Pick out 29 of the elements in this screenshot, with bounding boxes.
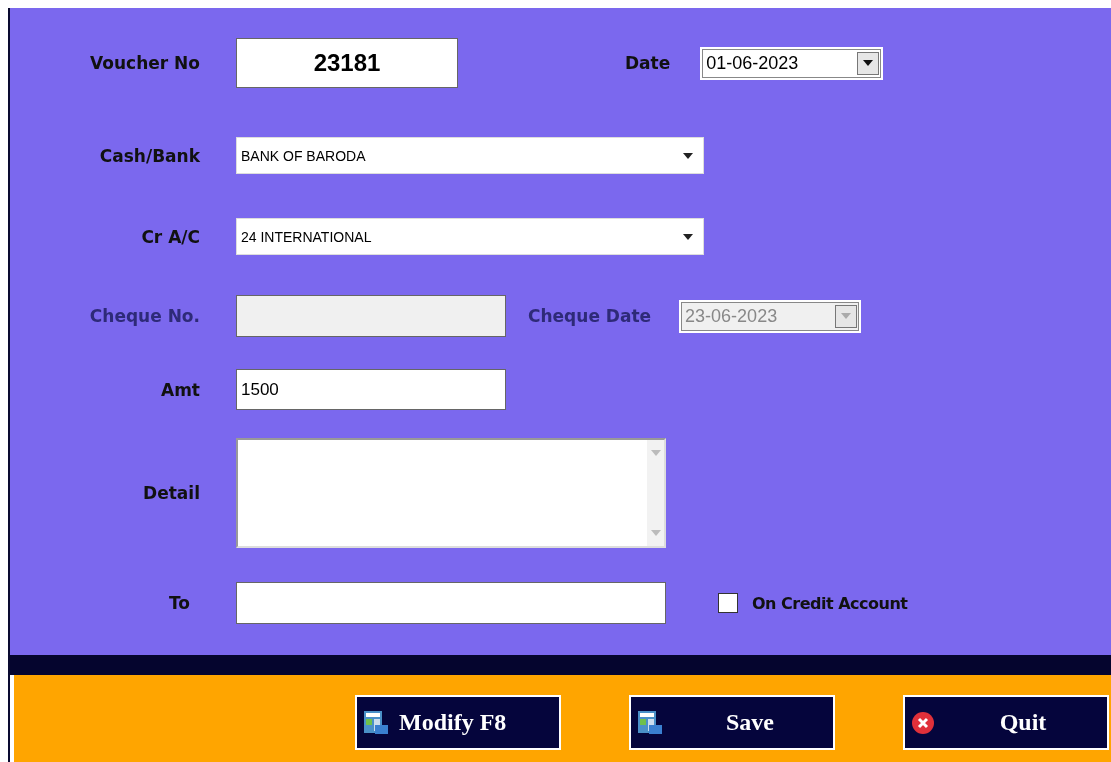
field-label: Cheque No. xyxy=(88,306,200,326)
detail-text-area[interactable] xyxy=(236,438,666,548)
checkbox[interactable] xyxy=(718,593,738,613)
field-label: Date xyxy=(625,53,671,73)
amount-field[interactable]: 1500 xyxy=(236,369,506,410)
voucher-number-field[interactable]: 23181 xyxy=(236,38,458,88)
field-label: Voucher No xyxy=(89,53,200,73)
field-label: To xyxy=(167,593,190,613)
checkbox-label: On Credit Account xyxy=(752,593,908,613)
dropdown-field[interactable]: BANK OF BARODA xyxy=(236,137,704,174)
dropdown-arrow-icon xyxy=(841,313,852,319)
field-label: Detail xyxy=(142,483,200,503)
dropdown-arrow-icon xyxy=(683,152,693,159)
field-label: Cheque Date xyxy=(528,306,652,326)
save-button[interactable]: Save xyxy=(629,695,835,750)
quit-button[interactable]: Quit xyxy=(903,695,1109,750)
date-picker[interactable]: 01-06-2023 xyxy=(700,46,884,80)
window-icon xyxy=(637,709,663,736)
dropdown-arrow-icon xyxy=(683,233,693,240)
scroll-down-arrow-icon xyxy=(650,530,661,536)
dropdown-arrow-icon xyxy=(863,60,874,66)
modify-button[interactable]: Modify F8 xyxy=(355,695,561,750)
field-label: Cr A/C xyxy=(140,226,200,247)
close-icon xyxy=(911,710,935,735)
window-icon xyxy=(363,709,389,736)
recipient-field[interactable] xyxy=(236,582,666,624)
field-label: Cash/Bank xyxy=(98,145,200,166)
field-label: Amt xyxy=(160,379,200,400)
dropdown-field[interactable]: 24 INTERNATIONAL xyxy=(236,218,704,255)
